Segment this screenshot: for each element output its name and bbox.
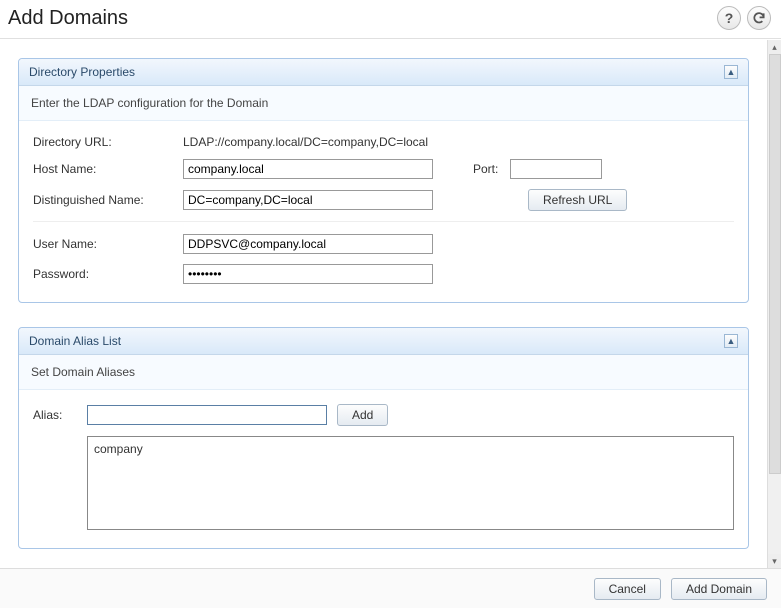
alias-input[interactable]	[87, 405, 327, 425]
directory-properties-subtitle: Enter the LDAP configuration for the Dom…	[19, 86, 748, 121]
scroll-down-icon[interactable]: ▾	[768, 554, 781, 568]
page-header: Add Domains ?	[0, 0, 781, 39]
host-name-label: Host Name:	[33, 162, 183, 176]
content-area: Directory Properties ▲ Enter the LDAP co…	[0, 40, 767, 568]
domain-alias-header: Domain Alias List ▲	[19, 328, 748, 355]
collapse-icon[interactable]: ▲	[724, 65, 738, 79]
scroll-track[interactable]	[768, 54, 781, 554]
help-icon[interactable]: ?	[717, 6, 741, 30]
directory-url-value: LDAP://company.local/DC=company,DC=local	[183, 135, 428, 149]
divider	[33, 221, 734, 222]
port-label: Port:	[473, 162, 498, 176]
domain-alias-body: Alias: Add company	[19, 390, 748, 548]
vertical-scrollbar[interactable]: ▴ ▾	[767, 40, 781, 568]
add-alias-button[interactable]: Add	[337, 404, 388, 426]
directory-properties-panel: Directory Properties ▲ Enter the LDAP co…	[18, 58, 749, 303]
host-name-input[interactable]	[183, 159, 433, 179]
distinguished-name-input[interactable]	[183, 190, 433, 210]
password-input[interactable]	[183, 264, 433, 284]
directory-properties-body: Directory URL: LDAP://company.local/DC=c…	[19, 121, 748, 302]
password-label: Password:	[33, 267, 183, 281]
scroll-thumb[interactable]	[769, 54, 781, 474]
footer-bar: Cancel Add Domain	[0, 568, 781, 608]
refresh-url-button[interactable]: Refresh URL	[528, 189, 627, 211]
collapse-icon[interactable]: ▲	[724, 334, 738, 348]
refresh-icon[interactable]	[747, 6, 771, 30]
scroll-up-icon[interactable]: ▴	[768, 40, 781, 54]
user-name-input[interactable]	[183, 234, 433, 254]
alias-item[interactable]: company	[94, 441, 727, 457]
header-icon-group: ?	[717, 6, 771, 30]
distinguished-name-label: Distinguished Name:	[33, 193, 183, 207]
domain-alias-title: Domain Alias List	[29, 334, 121, 348]
directory-properties-header: Directory Properties ▲	[19, 59, 748, 86]
directory-url-label: Directory URL:	[33, 135, 183, 149]
page-title: Add Domains	[8, 7, 128, 30]
directory-properties-title: Directory Properties	[29, 65, 135, 79]
add-domain-button[interactable]: Add Domain	[671, 578, 767, 600]
user-name-label: User Name:	[33, 237, 183, 251]
alias-list[interactable]: company	[87, 436, 734, 530]
cancel-button[interactable]: Cancel	[594, 578, 661, 600]
domain-alias-panel: Domain Alias List ▲ Set Domain Aliases A…	[18, 327, 749, 549]
domain-alias-subtitle: Set Domain Aliases	[19, 355, 748, 390]
port-input[interactable]	[510, 159, 602, 179]
alias-label: Alias:	[33, 408, 77, 422]
